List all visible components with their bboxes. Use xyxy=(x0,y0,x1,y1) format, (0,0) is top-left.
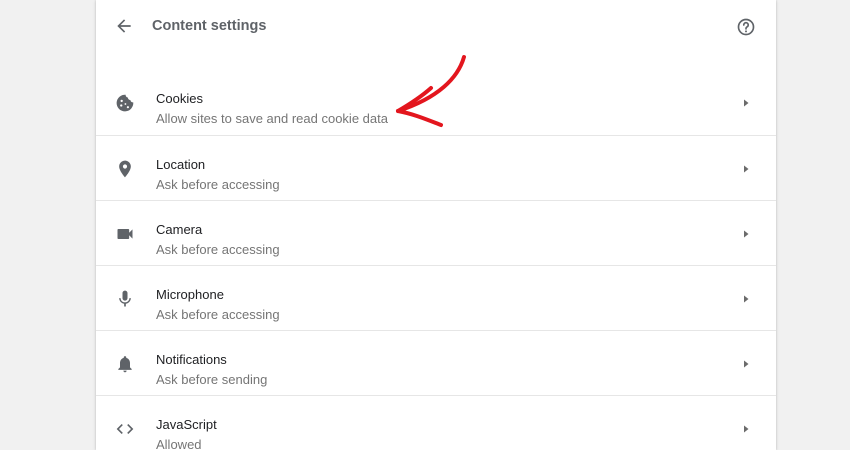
row-microphone[interactable]: Microphone Ask before accessing xyxy=(96,265,776,331)
row-camera[interactable]: Camera Ask before accessing xyxy=(96,200,776,266)
help-circle-icon[interactable] xyxy=(736,17,756,37)
code-icon xyxy=(116,424,134,434)
row-subtitle: Ask before accessing xyxy=(156,307,280,322)
row-subtitle: Allowed xyxy=(156,437,202,450)
row-location[interactable]: Location Ask before accessing xyxy=(96,135,776,201)
chevron-right-icon xyxy=(744,230,749,238)
row-cookies[interactable]: Cookies Allow sites to save and read coo… xyxy=(96,70,776,135)
content-settings-card: Content settings Cookies Allow sites to … xyxy=(96,0,776,450)
row-notifications[interactable]: Notifications Ask before sending xyxy=(96,330,776,396)
cookie-icon xyxy=(116,94,134,112)
row-title: Cookies xyxy=(156,91,203,106)
chevron-right-icon xyxy=(744,165,749,173)
chevron-right-icon xyxy=(744,295,749,303)
videocam-icon xyxy=(117,229,133,239)
row-title: JavaScript xyxy=(156,417,217,432)
row-subtitle: Ask before sending xyxy=(156,372,268,387)
row-subtitle: Allow sites to save and read cookie data xyxy=(156,111,388,126)
chevron-right-icon xyxy=(744,425,749,433)
chevron-right-icon xyxy=(744,99,749,107)
row-title: Microphone xyxy=(156,287,224,302)
row-title: Notifications xyxy=(156,352,227,367)
row-subtitle: Ask before accessing xyxy=(156,242,280,257)
row-title: Location xyxy=(156,157,206,172)
chevron-right-icon xyxy=(744,360,749,368)
header: Content settings xyxy=(96,0,776,55)
arrow-back-icon[interactable] xyxy=(114,16,134,36)
row-title: Camera xyxy=(156,222,203,237)
row-javascript[interactable]: JavaScript Allowed xyxy=(96,395,776,450)
row-subtitle: Ask before accessing xyxy=(156,177,280,192)
microphone-icon xyxy=(119,290,131,307)
bell-icon xyxy=(118,356,132,373)
page-title: Content settings xyxy=(152,18,267,34)
location-pin-icon xyxy=(119,160,131,178)
